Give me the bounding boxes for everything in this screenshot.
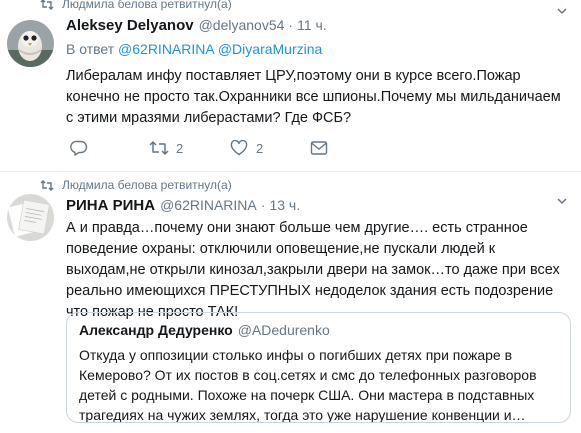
- reply-mention-1[interactable]: @62RINARINA: [118, 41, 214, 57]
- reply-context: В ответ @62RINARINA @DiyaraMurzina: [66, 41, 322, 57]
- tweet-actions: 2 2: [70, 140, 328, 156]
- avatar-image: [7, 194, 54, 241]
- dm-button[interactable]: [310, 140, 328, 156]
- retweet-icon: [40, 179, 54, 191]
- quoted-tweet[interactable]: Александр Дедуренко @ADedurenko Откуда у…: [66, 312, 571, 423]
- retweeted-by-text: Людмила белова ретвитнул(а): [62, 178, 232, 192]
- like-button[interactable]: 2: [230, 140, 310, 156]
- separator: ·: [288, 17, 294, 33]
- retweet-icon: [40, 0, 54, 10]
- chevron-down-icon[interactable]: [555, 194, 569, 208]
- author-handle[interactable]: @62RINARINA: [160, 197, 257, 213]
- quoted-tweet-text: Откуда у оппозиции столько инфы о погибш…: [79, 347, 537, 423]
- quoted-tweet-header: Александр Дедуренко @ADedurenko: [79, 322, 330, 338]
- reply-prefix: В ответ: [66, 41, 115, 57]
- retweeted-by-text: Людмила белова ретвитнул(а): [62, 0, 232, 11]
- tweet-text: Либералам инфу поставляет ЦРУ,поэтому он…: [66, 68, 561, 126]
- chevron-down-icon[interactable]: [555, 4, 569, 18]
- author-handle[interactable]: @delyanov54: [199, 17, 285, 33]
- tweet-header: РИНА РИНА @62RINARINA · 13 ч.: [66, 197, 300, 214]
- like-count: 2: [256, 140, 264, 156]
- tweet-header: Aleksey Delyanov @delyanov54 · 11 ч.: [66, 17, 327, 34]
- author-name[interactable]: Aleksey Delyanov: [66, 17, 194, 34]
- retweet-context: Людмила белова ретвитнул(а): [40, 178, 232, 192]
- like-icon: [230, 140, 248, 156]
- dm-icon: [310, 141, 328, 155]
- retweet-button[interactable]: 2: [148, 140, 230, 156]
- quoted-author-handle: @ADedurenko: [237, 322, 330, 338]
- tweet-text: А и правда…почему они знают больше чем д…: [66, 220, 560, 320]
- timestamp[interactable]: 13 ч.: [269, 197, 300, 213]
- timestamp[interactable]: 11 ч.: [297, 17, 327, 33]
- separator: ·: [260, 197, 266, 213]
- tweet[interactable]: Людмила белова ретвитнул(а) РИНА РИНА @6…: [0, 172, 581, 433]
- retweet-count: 2: [176, 140, 184, 156]
- retweet-icon: [149, 141, 169, 155]
- quoted-author-name: Александр Дедуренко: [79, 322, 233, 338]
- reply-mention-2[interactable]: @DiyaraMurzina: [218, 41, 322, 57]
- avatar[interactable]: [7, 194, 54, 241]
- reply-button[interactable]: [70, 140, 148, 156]
- avatar-image: [7, 20, 54, 67]
- retweet-context: Людмила белова ретвитнул(а): [40, 0, 232, 11]
- reply-icon: [70, 140, 88, 156]
- avatar[interactable]: [7, 20, 54, 67]
- author-name[interactable]: РИНА РИНА: [66, 197, 155, 214]
- tweet[interactable]: Людмила белова ретвитнул(а) Aleksey Dely…: [0, 0, 581, 172]
